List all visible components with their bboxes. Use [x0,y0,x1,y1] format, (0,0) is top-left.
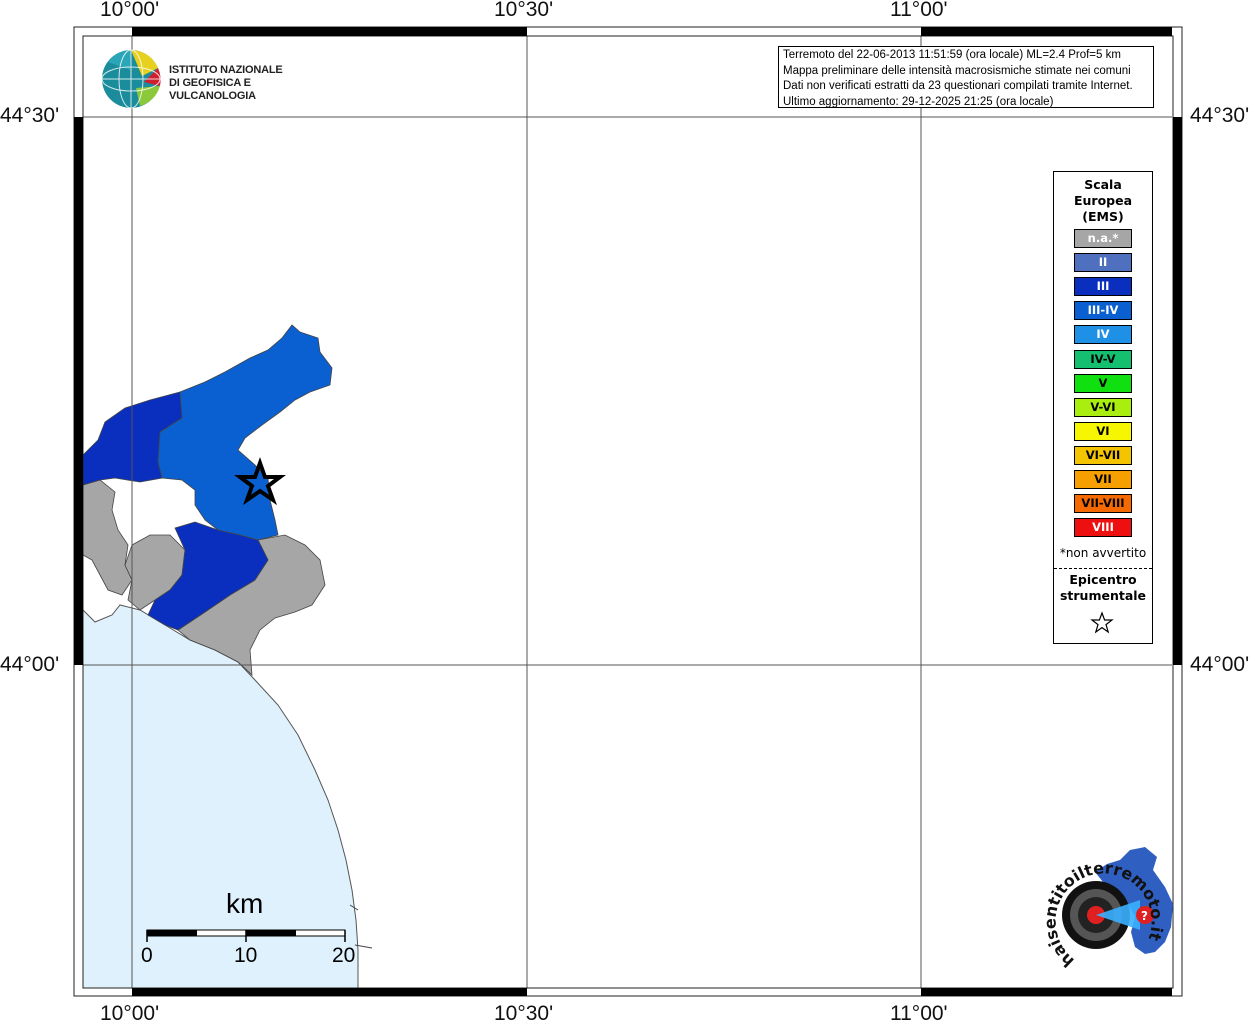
scale-tick-10: 10 [234,944,258,967]
legend-swatch-iv-v: IV-V [1074,349,1132,369]
ems-legend: Scala Europea (EMS) n.a.* II III III-IV IV IV… [1053,171,1153,644]
logo-line-2: DI GEOFISICA E VULCANOLOGIA [169,77,256,102]
legend-swatch-ii: II [1074,253,1132,273]
scale-unit-label: km [226,888,264,919]
legend-swatch-v-vi: V-VI [1074,397,1132,417]
legend-title-line-1: Scala [1084,177,1122,192]
info-line-4: Ultimo aggiornamento: 29-12-2025 21:25 (… [783,95,1054,108]
region-na-west [82,479,133,596]
legend-epicenter-label: Epicentro strumentale [1054,572,1152,604]
legend-swatch-iii: III [1074,277,1132,297]
legend-title-line-2: Europea [1073,193,1133,208]
svg-text:haisentitoilterremoto.it: haisentitoilterremoto.it [1040,858,1166,971]
event-info-box: Terremoto del 22-06-2013 11:51:59 (ora l… [778,46,1154,108]
legend-swatch-v: V [1074,373,1132,393]
legend-note: *non avvertito [1059,546,1147,560]
info-line-2: Mappa preliminare delle intensità macros… [783,64,1131,77]
legend-separator [1054,568,1152,569]
ingv-logo: ISTITUTO NAZIONALE DI GEOFISICA E VULCAN… [100,48,320,110]
legend-swatch-vi-vii: VI-VII [1074,445,1132,465]
legend-star-icon [1090,611,1114,634]
legend-epicenter-line-1: Epicentro [1069,572,1137,587]
legend-swatch-vii: VII [1074,470,1132,489]
legend-swatch-iii-iv: III-IV [1074,301,1132,321]
info-line-3: Dati non verificati estratti da 23 quest… [783,80,1133,92]
haisentito-logo-text: haisentitoilterremoto.it [1040,858,1166,971]
logo-line-1: ISTITUTO NAZIONALE [169,64,283,76]
legend-swatch-n-a: n.a.* [1074,229,1132,248]
globe-icon [101,49,161,109]
info-line-1: Terremoto del 22-06-2013 11:51:59 (ora l… [783,49,1121,61]
ingv-logo-text: ISTITUTO NAZIONALE DI GEOFISICA E VULCAN… [169,64,320,103]
legend-swatch-vii-viii: VII-VIII [1074,494,1132,514]
region-iii-iv [157,324,333,541]
legend-swatch-iv: IV [1074,325,1132,345]
haisentito-watermark: ? haisentitoilterremoto.it [1035,842,1175,977]
scale-tick-0: 0 [141,944,153,967]
legend-swatch-viii: VIII [1074,518,1132,538]
legend-title: Scala Europea (EMS) [1054,177,1152,225]
legend-title-line-3: (EMS) [1082,209,1124,224]
legend-swatch-vi: VI [1074,421,1132,441]
scale-tick-20: 20 [332,944,356,967]
legend-epicenter-line-2: strumentale [1059,588,1147,603]
